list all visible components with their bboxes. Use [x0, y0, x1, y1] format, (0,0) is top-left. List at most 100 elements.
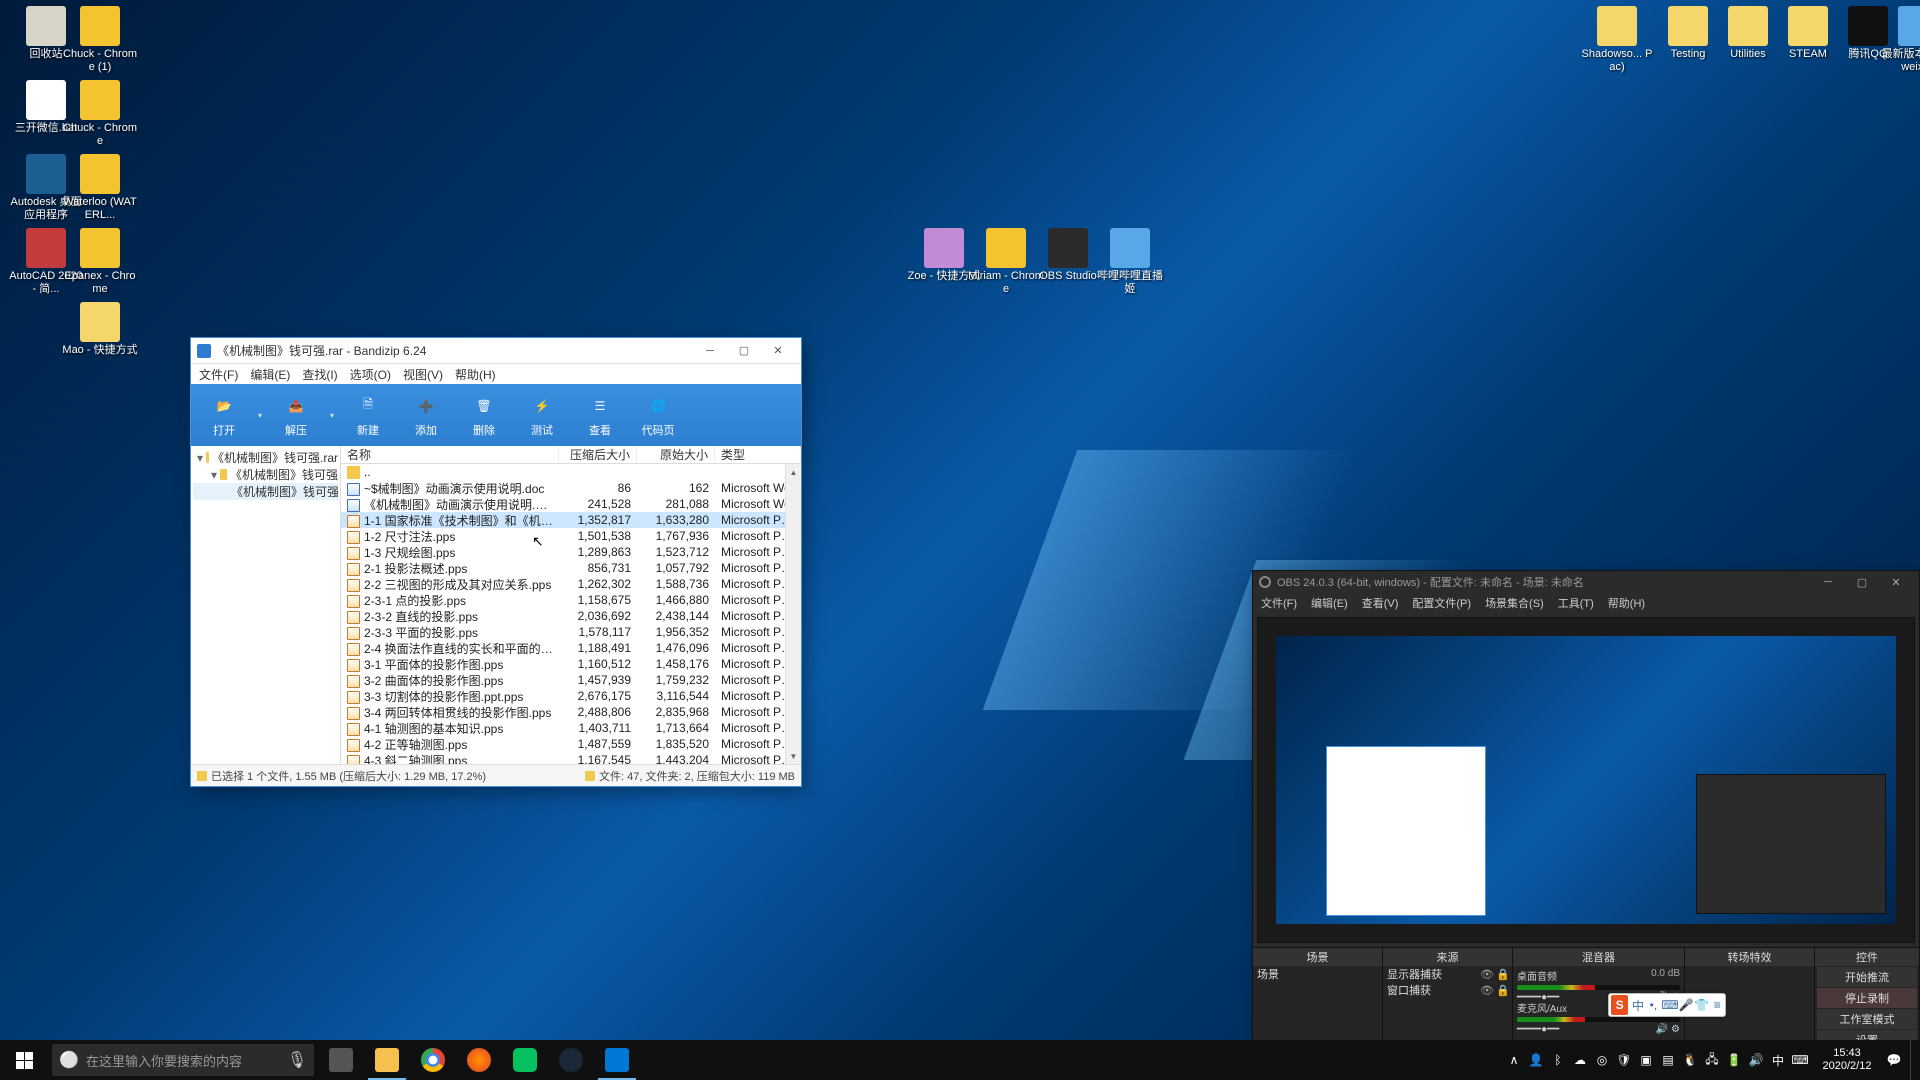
- mute-icon[interactable]: 🔊: [1656, 1024, 1668, 1035]
- tree-node[interactable]: ▾《机械制图》钱可强: [193, 466, 338, 483]
- tray-app-icon[interactable]: ▤: [1658, 1040, 1678, 1080]
- obs-preview[interactable]: [1257, 617, 1915, 943]
- microphone-icon[interactable]: 🎙: [280, 1050, 314, 1070]
- ime-menu-icon[interactable]: ≡: [1709, 998, 1724, 1012]
- file-row[interactable]: 2-2 三视图的形成及其对应关系.pps1,262,3021,588,736Mi…: [341, 576, 801, 592]
- expand-icon[interactable]: ▾: [211, 468, 217, 482]
- obs-window[interactable]: OBS 24.0.3 (64-bit, windows) - 配置文件: 未命名…: [1252, 570, 1920, 1080]
- file-row[interactable]: 3-1 平面体的投影作图.pps1,160,5121,458,176Micros…: [341, 656, 801, 672]
- file-row[interactable]: 2-4 换面法作直线的实长和平面的实形.pps1,188,4911,476,09…: [341, 640, 801, 656]
- taskbar-app-steam[interactable]: [548, 1040, 594, 1080]
- gear-icon[interactable]: ⚙: [1671, 1024, 1680, 1035]
- notifications-icon[interactable]: 💬: [1884, 1040, 1904, 1080]
- desktop-icon[interactable]: Shadowso... Pac): [1579, 6, 1655, 74]
- taskbar-clock[interactable]: 15:43 2020/2/12: [1812, 1047, 1882, 1073]
- col-name[interactable]: 名称: [341, 446, 559, 463]
- desktop-icon[interactable]: Chuck - Chrome: [62, 80, 138, 148]
- toolbar-新建[interactable]: 🗎新建: [339, 388, 397, 442]
- col-orig[interactable]: 原始大小: [637, 446, 715, 463]
- obs-titlebar[interactable]: OBS 24.0.3 (64-bit, windows) - 配置文件: 未命名…: [1253, 571, 1919, 593]
- minimize-button[interactable]: ─: [693, 338, 727, 364]
- tray-onedrive-icon[interactable]: ☁: [1570, 1040, 1590, 1080]
- ime-brand-icon[interactable]: S: [1611, 995, 1628, 1015]
- filelist-header[interactable]: 名称 压缩后大小 原始大小 类型: [341, 446, 801, 464]
- toolbar-测试[interactable]: ⚡测试: [513, 388, 571, 442]
- menu-item[interactable]: 文件(F): [199, 366, 238, 383]
- col-packed[interactable]: 压缩后大小: [559, 446, 637, 463]
- tray-overflow-icon[interactable]: ∧: [1504, 1040, 1524, 1080]
- visibility-icon[interactable]: 👁: [1480, 984, 1492, 997]
- tray-volume-icon[interactable]: 🔊: [1746, 1040, 1766, 1080]
- maximize-button[interactable]: ▢: [727, 338, 761, 364]
- file-row[interactable]: 3-3 切割体的投影作图.ppt.pps2,676,1753,116,544Mi…: [341, 688, 801, 704]
- taskbar-app-wechat[interactable]: [502, 1040, 548, 1080]
- toolbar-添加[interactable]: ➕添加: [397, 388, 455, 442]
- toolbar-解压[interactable]: 📤解压: [267, 388, 325, 442]
- taskbar[interactable]: ⚪ 在这里输入你要搜索的内容 🎙 ∧ 👤 ᛒ ☁ ◎ 🛡 ▣ ▤ 🐧 🖧 🔋 🔊…: [0, 1040, 1920, 1080]
- file-row[interactable]: 4-2 正等轴测图.pps1,487,5591,835,520Microsoft…: [341, 736, 801, 752]
- ime-lang[interactable]: 中: [1630, 997, 1645, 1014]
- tray-people-icon[interactable]: 👤: [1526, 1040, 1546, 1080]
- file-row[interactable]: 1-3 尺规绘图.pps1,289,8631,523,712Microsoft …: [341, 544, 801, 560]
- desktop-icon[interactable]: Waterloo (WATERL...: [62, 154, 138, 222]
- taskbar-apps[interactable]: [318, 1040, 640, 1080]
- taskbar-app-firefox[interactable]: [456, 1040, 502, 1080]
- expand-icon[interactable]: ▾: [197, 451, 203, 465]
- file-row[interactable]: ~$械制图》动画演示使用说明.doc86162Microsoft Wo: [341, 480, 801, 496]
- menu-item[interactable]: 编辑(E): [1311, 595, 1348, 611]
- ime-skin-icon[interactable]: 👕: [1694, 998, 1709, 1012]
- file-row[interactable]: ..: [341, 464, 801, 480]
- scroll-up-icon[interactable]: ▲: [786, 464, 801, 480]
- tray-security-icon[interactable]: 🛡: [1614, 1040, 1634, 1080]
- control-button[interactable]: 开始推流: [1817, 967, 1917, 987]
- scroll-down-icon[interactable]: ▼: [786, 748, 801, 764]
- tray-ime-icon[interactable]: 中: [1768, 1040, 1788, 1080]
- desktop-icon[interactable]: 哔哩哔哩直播姬: [1092, 228, 1168, 296]
- tray-app-icon[interactable]: ▣: [1636, 1040, 1656, 1080]
- file-row[interactable]: 4-1 轴测图的基本知识.pps1,403,7111,713,664Micros…: [341, 720, 801, 736]
- toolbar-代码页[interactable]: 🌐代码页: [629, 388, 687, 442]
- file-row[interactable]: 2-3-2 直线的投影.pps2,036,6922,438,144Microso…: [341, 608, 801, 624]
- tray-bluetooth-icon[interactable]: ᛒ: [1548, 1040, 1568, 1080]
- file-row[interactable]: 3-4 两回转体相贯线的投影作图.pps2,488,8062,835,968Mi…: [341, 704, 801, 720]
- tray-network-icon[interactable]: 🖧: [1702, 1040, 1722, 1080]
- ime-voice-icon[interactable]: 🎤: [1679, 998, 1694, 1012]
- lock-icon[interactable]: 🔒: [1496, 984, 1508, 997]
- source-item[interactable]: 窗口捕获👁🔒: [1383, 982, 1512, 998]
- file-row[interactable]: 1-2 尺寸注法.pps1,501,5381,767,936Microsoft …: [341, 528, 801, 544]
- bandizip-tree[interactable]: ▾《机械制图》钱可强.rar▾《机械制图》钱可强《机械制图》钱可强: [191, 446, 341, 764]
- scrollbar-vertical[interactable]: ▲ ▼: [785, 464, 801, 764]
- dropdown-icon[interactable]: ▾: [325, 411, 339, 420]
- taskbar-app-settings[interactable]: [594, 1040, 640, 1080]
- tray-battery-icon[interactable]: 🔋: [1724, 1040, 1744, 1080]
- toolbar-打开[interactable]: 📂打开: [195, 388, 253, 442]
- system-tray[interactable]: ∧ 👤 ᛒ ☁ ◎ 🛡 ▣ ▤ 🐧 🖧 🔋 🔊 中 ⌨ 15:43 2020/2…: [1504, 1040, 1920, 1080]
- menu-item[interactable]: 视图(V): [403, 366, 443, 383]
- tray-app-icon[interactable]: 🐧: [1680, 1040, 1700, 1080]
- dropdown-icon[interactable]: ▾: [253, 411, 267, 420]
- menu-item[interactable]: 查看(V): [1362, 595, 1399, 611]
- tray-keyboard-icon[interactable]: ⌨: [1790, 1040, 1810, 1080]
- taskbar-search[interactable]: ⚪ 在这里输入你要搜索的内容 🎙: [52, 1044, 314, 1076]
- tree-node[interactable]: ▾《机械制图》钱可强.rar: [193, 449, 338, 466]
- taskbar-app-chrome[interactable]: [410, 1040, 456, 1080]
- file-row[interactable]: 4-3 斜二轴测图.pps1,167,5451,443,204Microsoft…: [341, 752, 801, 764]
- menu-item[interactable]: 工具(T): [1558, 595, 1594, 611]
- maximize-button[interactable]: ▢: [1845, 571, 1879, 593]
- desktop-icon[interactable]: Chuck - Chrome (1): [62, 6, 138, 74]
- control-button[interactable]: 工作室模式: [1817, 1009, 1917, 1029]
- menu-item[interactable]: 选项(O): [350, 366, 391, 383]
- show-desktop-button[interactable]: [1910, 1040, 1916, 1080]
- desktop-icon[interactable]: Epanex - Chrome: [62, 228, 138, 296]
- menu-item[interactable]: 配置文件(P): [1412, 595, 1471, 611]
- minimize-button[interactable]: ─: [1811, 571, 1845, 593]
- file-row[interactable]: 2-3-3 平面的投影.pps1,578,1171,956,352Microso…: [341, 624, 801, 640]
- bandizip-window[interactable]: 《机械制图》钱可强.rar - Bandizip 6.24 ─ ▢ ✕ 文件(F…: [190, 337, 802, 787]
- desktop-icon[interactable]: 最新版本的xueweixi...: [1880, 6, 1920, 74]
- menu-item[interactable]: 查找(I): [302, 366, 337, 383]
- bandizip-toolbar[interactable]: 📂打开▾📤解压▾🗎新建➕添加🗑删除⚡测试☰查看🌐代码页: [191, 384, 801, 446]
- menu-item[interactable]: 场景集合(S): [1485, 595, 1544, 611]
- taskbar-app-explorer[interactable]: [364, 1040, 410, 1080]
- col-type[interactable]: 类型: [715, 446, 801, 463]
- toolbar-查看[interactable]: ☰查看: [571, 388, 629, 442]
